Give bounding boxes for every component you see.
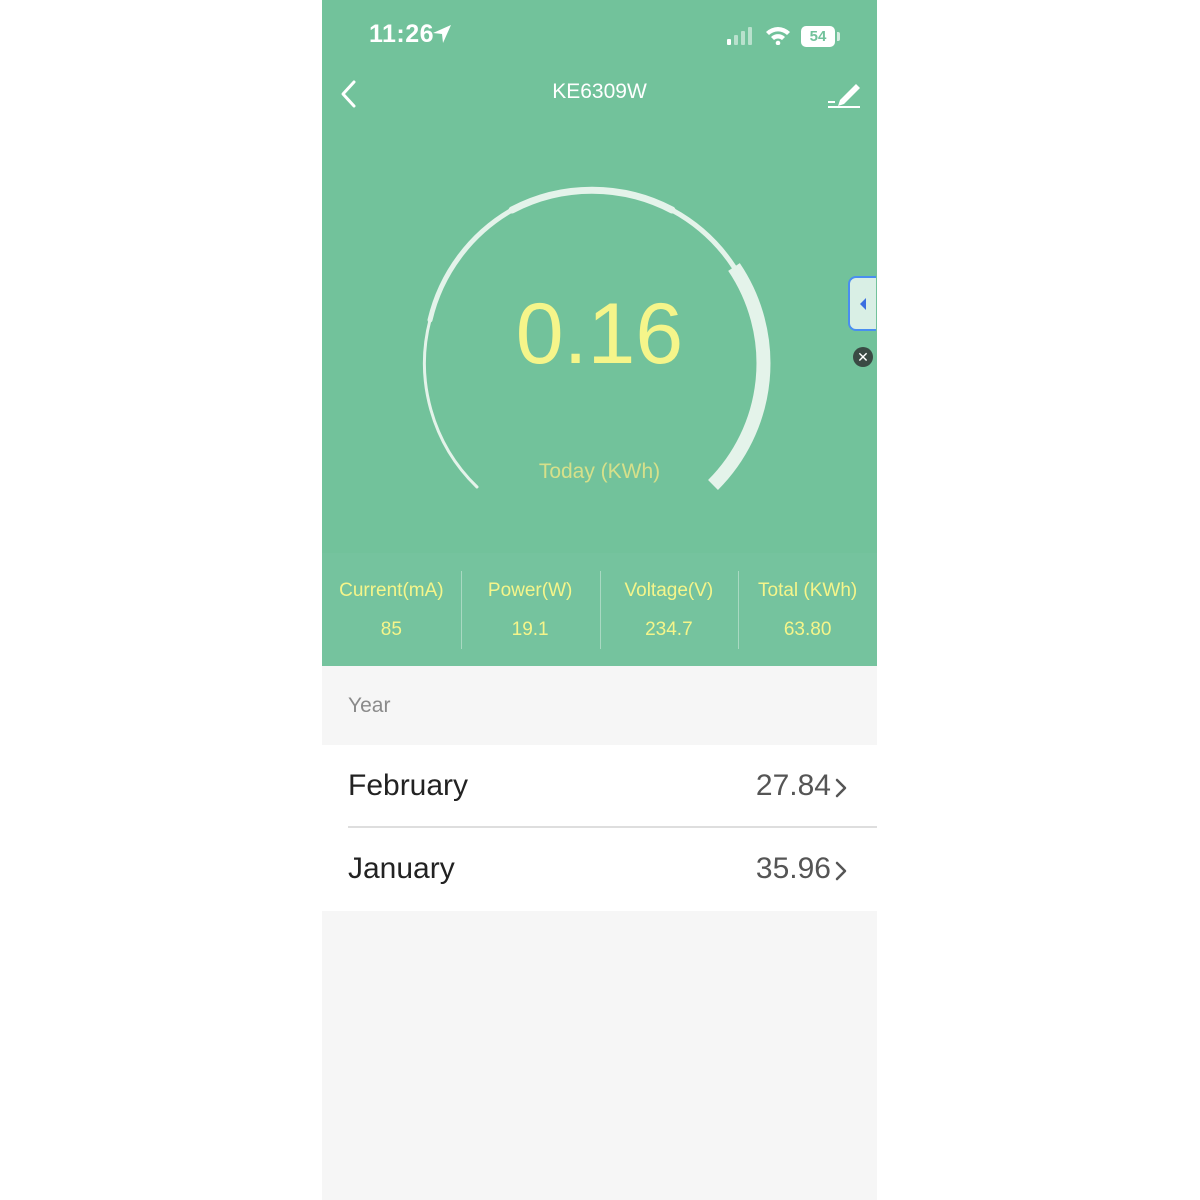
signal-icon (727, 27, 752, 45)
device-title: KE6309W (552, 80, 647, 103)
side-tab-arrow-icon (860, 298, 866, 310)
stat-value: 63.80 (783, 619, 832, 640)
month-list: February 27.84 January 35.96 (322, 745, 877, 911)
chevron-right-icon (835, 778, 847, 798)
side-drawer-tab[interactable] (848, 276, 876, 331)
today-energy-value: 0.16 (515, 286, 684, 382)
stat-power: Power(W) 19.1 (460, 553, 600, 666)
battery-nub (837, 32, 840, 41)
list-item-february[interactable]: February 27.84 (322, 745, 877, 828)
list-item-january[interactable]: January 35.96 (322, 828, 877, 911)
month-label: February (348, 769, 469, 802)
stat-label: Current(mA) (339, 580, 444, 601)
battery-level: 54 (809, 28, 827, 45)
stat-current: Current(mA) 85 (322, 553, 461, 666)
stat-total: Total (KWh) 63.80 (738, 553, 877, 666)
stat-label: Voltage(V) (624, 580, 714, 601)
month-value: 35.96 (755, 852, 831, 885)
status-time: 11:26 (369, 20, 435, 48)
stat-value: 19.1 (511, 619, 549, 640)
stat-label: Total (KWh) (758, 580, 858, 601)
app-screen: 11:26 54 KE6309W 0.16 Today (KWh) ✕ Curr… (322, 0, 877, 1200)
edit-pencil-icon[interactable] (826, 78, 862, 110)
stat-value: 85 (380, 619, 402, 640)
section-title-year: Year (348, 694, 391, 717)
today-energy-label: Today (KWh) (538, 460, 661, 483)
close-icon[interactable]: ✕ (853, 347, 873, 367)
chevron-right-icon (835, 861, 847, 881)
stats-bar: Current(mA) 85 Power(W) 19.1 Voltage(V) … (322, 553, 877, 666)
stat-voltage: Voltage(V) 234.7 (599, 553, 739, 666)
stat-value: 234.7 (645, 619, 693, 640)
wifi-icon (766, 27, 790, 45)
stat-label: Power(W) (487, 580, 573, 601)
location-arrow-icon (433, 25, 451, 43)
month-value: 27.84 (755, 769, 831, 802)
month-label: January (348, 852, 455, 885)
battery-icon: 54 (801, 26, 835, 47)
